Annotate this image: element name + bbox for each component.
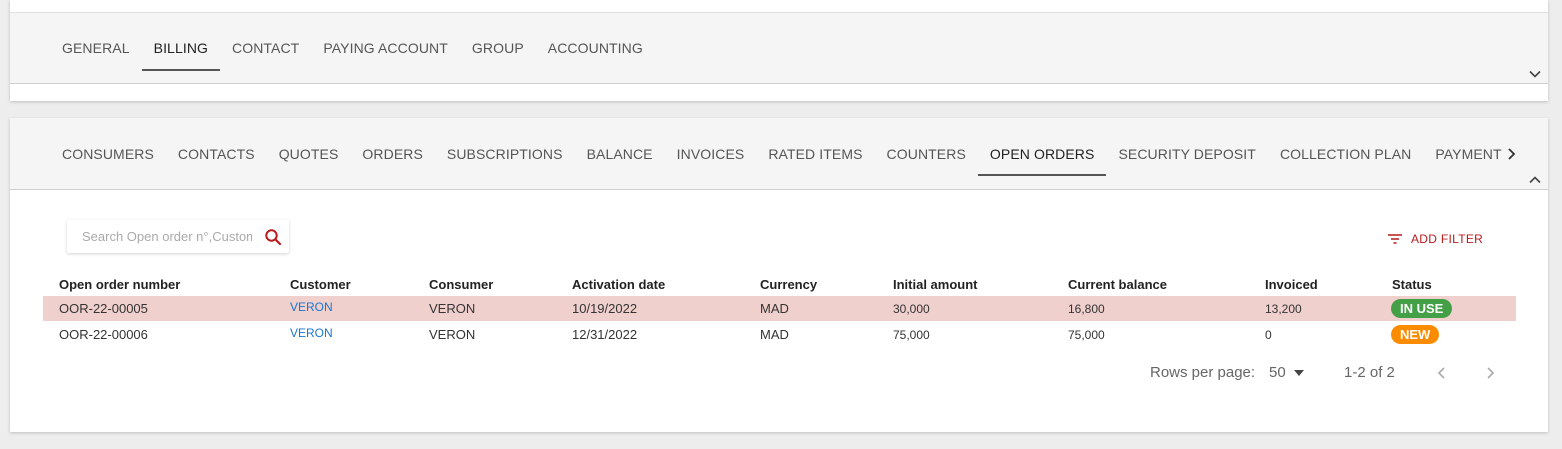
- account-tabs: GENERAL BILLING CONTACT PAYING ACCOUNT G…: [50, 13, 655, 83]
- tab-group[interactable]: GROUP: [460, 13, 536, 83]
- account-tabs-card: GENERAL BILLING CONTACT PAYING ACCOUNT G…: [10, 0, 1548, 101]
- chevron-right-icon[interactable]: [1503, 144, 1521, 164]
- invoiced-cell: 13,200: [1265, 302, 1302, 316]
- customer-link[interactable]: VERON: [290, 300, 333, 314]
- pagination-range: 1-2 of 2: [1344, 364, 1395, 381]
- tab-collection-plan[interactable]: COLLECTION PLAN: [1268, 118, 1423, 189]
- search-input[interactable]: [82, 229, 252, 244]
- tab-counters[interactable]: COUNTERS: [875, 118, 978, 189]
- filter-list-icon: [1387, 232, 1403, 246]
- table-row[interactable]: OOR-22-00005 VERON VERON 10/19/2022 MAD …: [43, 296, 1516, 321]
- column-header-current-balance[interactable]: Current balance: [1068, 277, 1167, 292]
- tab-billing[interactable]: BILLING: [141, 13, 221, 83]
- billing-tabs: CONSUMERS CONTACTS QUOTES ORDERS SUBSCRI…: [50, 118, 1514, 189]
- tab-paying-account[interactable]: PAYING ACCOUNT: [311, 13, 460, 83]
- tab-balance[interactable]: BALANCE: [575, 118, 665, 189]
- add-filter-button[interactable]: ADD FILTER: [1387, 232, 1483, 246]
- activation-date-cell: 10/19/2022: [572, 301, 638, 316]
- chevron-left-icon[interactable]: [1435, 365, 1449, 381]
- rows-per-page-select[interactable]: 50: [1269, 364, 1304, 381]
- currency-cell: MAD: [760, 327, 789, 342]
- open-order-number-cell: OOR-22-00005: [59, 301, 148, 316]
- chevron-down-icon[interactable]: [1528, 67, 1542, 81]
- chevron-up-icon[interactable]: [1528, 173, 1542, 187]
- chevron-right-icon[interactable]: [1483, 365, 1497, 381]
- tab-consumers[interactable]: CONSUMERS: [50, 118, 166, 189]
- column-header-currency[interactable]: Currency: [760, 277, 817, 292]
- caret-down-icon: [1293, 369, 1304, 376]
- status-badge: NEW: [1391, 325, 1440, 344]
- consumer-cell: VERON: [429, 301, 476, 316]
- tab-invoices[interactable]: INVOICES: [665, 118, 757, 189]
- tab-open-orders[interactable]: OPEN ORDERS: [977, 118, 1107, 189]
- tab-subscriptions[interactable]: SUBSCRIPTIONS: [435, 118, 575, 189]
- customer-link[interactable]: VERON: [290, 326, 333, 340]
- tab-rated-items[interactable]: RATED ITEMS: [756, 118, 874, 189]
- tab-contacts[interactable]: CONTACTS: [166, 118, 267, 189]
- status-badge: IN USE: [1391, 299, 1453, 318]
- search-icon[interactable]: [264, 228, 282, 246]
- table-row[interactable]: OOR-22-00006 VERON VERON 12/31/2022 MAD …: [43, 322, 1516, 347]
- tab-accounting[interactable]: ACCOUNTING: [536, 13, 655, 83]
- open-order-number-cell: OOR-22-00006: [59, 327, 148, 342]
- tab-orders[interactable]: ORDERS: [350, 118, 435, 189]
- billing-card: CONSUMERS CONTACTS QUOTES ORDERS SUBSCRI…: [10, 118, 1548, 432]
- rows-per-page-label: Rows per page:: [1150, 364, 1256, 381]
- column-header-consumer[interactable]: Consumer: [429, 277, 493, 292]
- tab-contact[interactable]: CONTACT: [220, 13, 311, 83]
- column-header-status[interactable]: Status: [1392, 277, 1432, 292]
- tab-quotes[interactable]: QUOTES: [267, 118, 351, 189]
- column-header-initial-amount[interactable]: Initial amount: [893, 277, 978, 292]
- tab-security-deposit[interactable]: SECURITY DEPOSIT: [1106, 118, 1267, 189]
- tab-payment[interactable]: PAYMENT: [1423, 118, 1513, 189]
- rows-per-page-value: 50: [1269, 364, 1286, 381]
- table-header: Open order number Customer Consumer Acti…: [10, 275, 1548, 295]
- add-filter-label: ADD FILTER: [1411, 232, 1484, 246]
- initial-amount-cell: 75,000: [893, 328, 930, 342]
- currency-cell: MAD: [760, 301, 789, 316]
- column-header-customer[interactable]: Customer: [290, 277, 351, 292]
- current-balance-cell: 75,000: [1068, 328, 1105, 342]
- initial-amount-cell: 30,000: [893, 302, 930, 316]
- column-header-invoiced[interactable]: Invoiced: [1265, 277, 1318, 292]
- column-header-activation-date[interactable]: Activation date: [572, 277, 665, 292]
- billing-tab-bar: CONSUMERS CONTACTS QUOTES ORDERS SUBSCRI…: [10, 118, 1548, 190]
- column-header-open-order-number[interactable]: Open order number: [59, 277, 180, 292]
- search-box: [67, 220, 289, 253]
- current-balance-cell: 16,800: [1068, 302, 1105, 316]
- invoiced-cell: 0: [1265, 328, 1272, 342]
- account-tab-bar: GENERAL BILLING CONTACT PAYING ACCOUNT G…: [10, 12, 1548, 84]
- tab-general[interactable]: GENERAL: [50, 13, 142, 83]
- activation-date-cell: 12/31/2022: [572, 327, 638, 342]
- consumer-cell: VERON: [429, 327, 476, 342]
